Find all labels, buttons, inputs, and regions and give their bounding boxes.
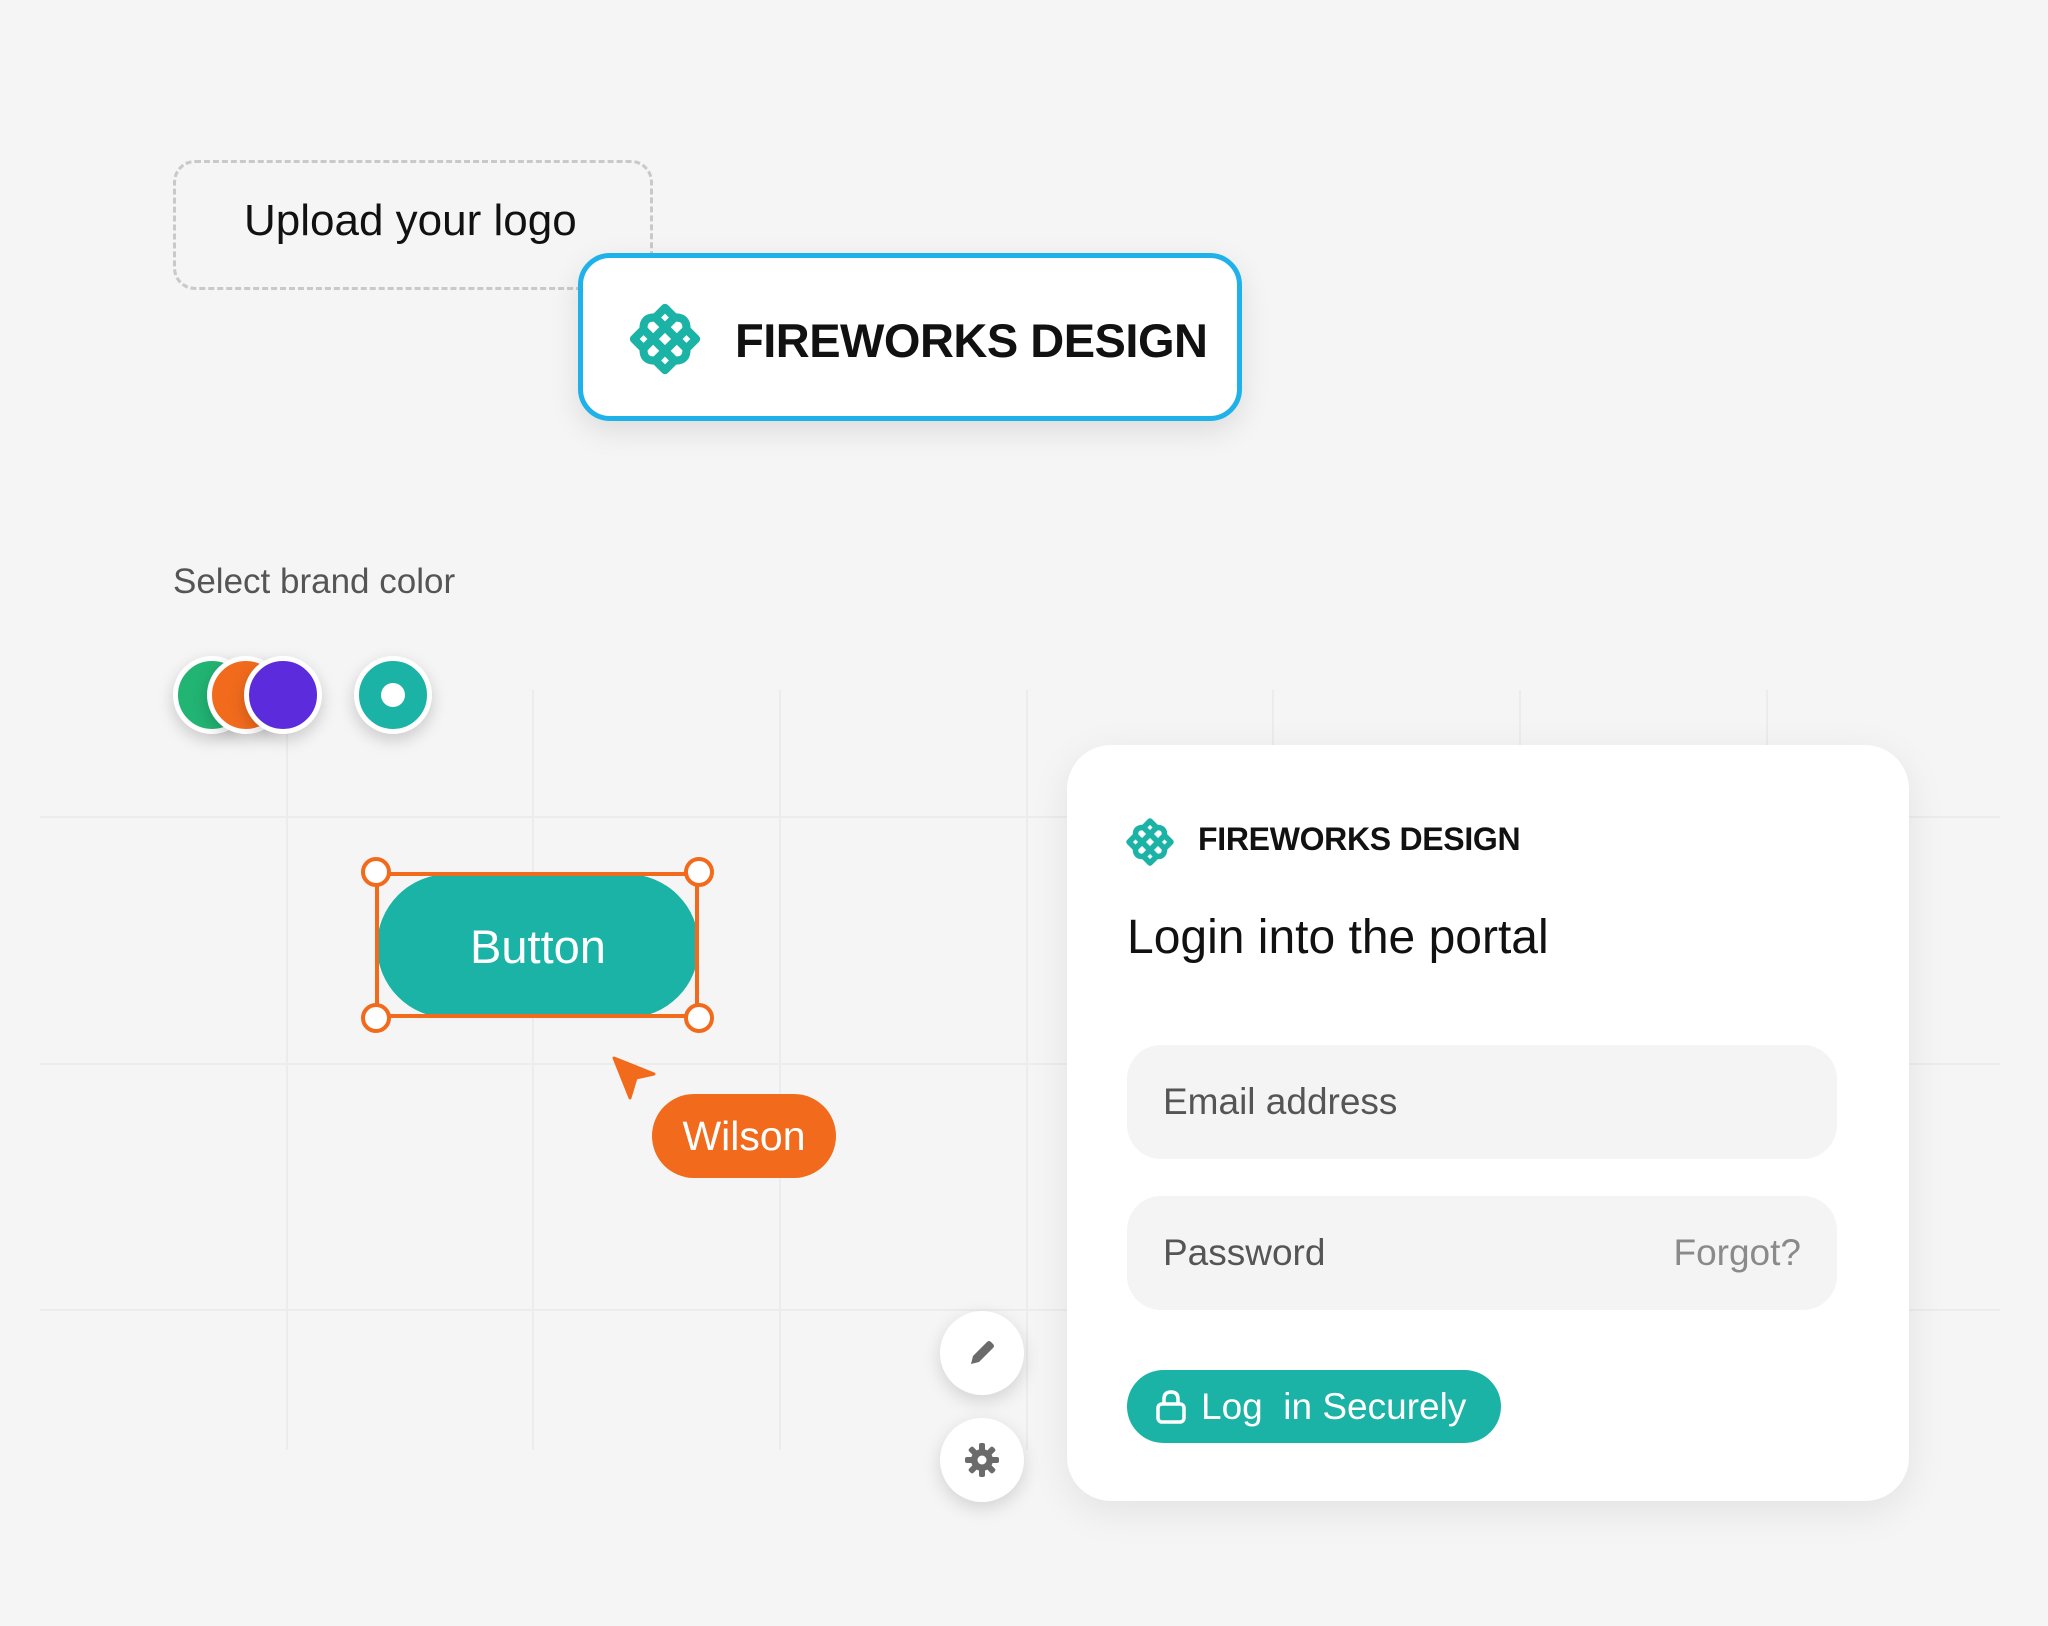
resize-handle-bottom-left[interactable]: [361, 1003, 391, 1033]
swatch-teal-selected[interactable]: [354, 656, 432, 734]
brand-flower-icon: [1126, 818, 1174, 866]
login-card: FIREWORKS DESIGN Login into the portal E…: [1067, 745, 1909, 1501]
resize-handle-top-right[interactable]: [684, 857, 714, 887]
login-submit-button[interactable]: Log in Securely: [1127, 1370, 1501, 1443]
lock-icon: [1156, 1389, 1186, 1424]
settings-button[interactable]: [940, 1418, 1024, 1502]
logo-preview-card[interactable]: FIREWORKS DESIGN: [578, 253, 1242, 421]
brand-flower-icon: [629, 303, 701, 375]
login-submit-label: Log in Securely: [1201, 1385, 1467, 1427]
selected-indicator: [381, 683, 405, 707]
edit-button[interactable]: [940, 1311, 1024, 1395]
collaborator-cursor-icon: [612, 1056, 656, 1100]
pencil-icon: [971, 1341, 994, 1364]
resize-handle-bottom-right[interactable]: [684, 1003, 714, 1033]
login-title: Login into the portal: [1127, 911, 1549, 964]
brand-color-label: Select brand color: [173, 562, 456, 601]
selection-frame: [375, 872, 699, 1018]
upload-logo-label: Upload your logo: [244, 196, 577, 245]
email-placeholder: Email address: [1163, 1081, 1398, 1122]
resize-handle-top-left[interactable]: [361, 857, 391, 887]
swatch-purple[interactable]: [244, 656, 322, 734]
login-brand-name: FIREWORKS DESIGN: [1198, 821, 1521, 857]
forgot-password-link[interactable]: Forgot?: [1673, 1232, 1801, 1274]
password-field[interactable]: Password Forgot?: [1127, 1196, 1837, 1310]
collaborator-name-tag: Wilson: [652, 1094, 836, 1178]
password-placeholder: Password: [1163, 1232, 1326, 1273]
email-field[interactable]: Email address: [1127, 1045, 1837, 1159]
brand-name: FIREWORKS DESIGN: [735, 314, 1208, 367]
gear-icon: [965, 1443, 999, 1477]
